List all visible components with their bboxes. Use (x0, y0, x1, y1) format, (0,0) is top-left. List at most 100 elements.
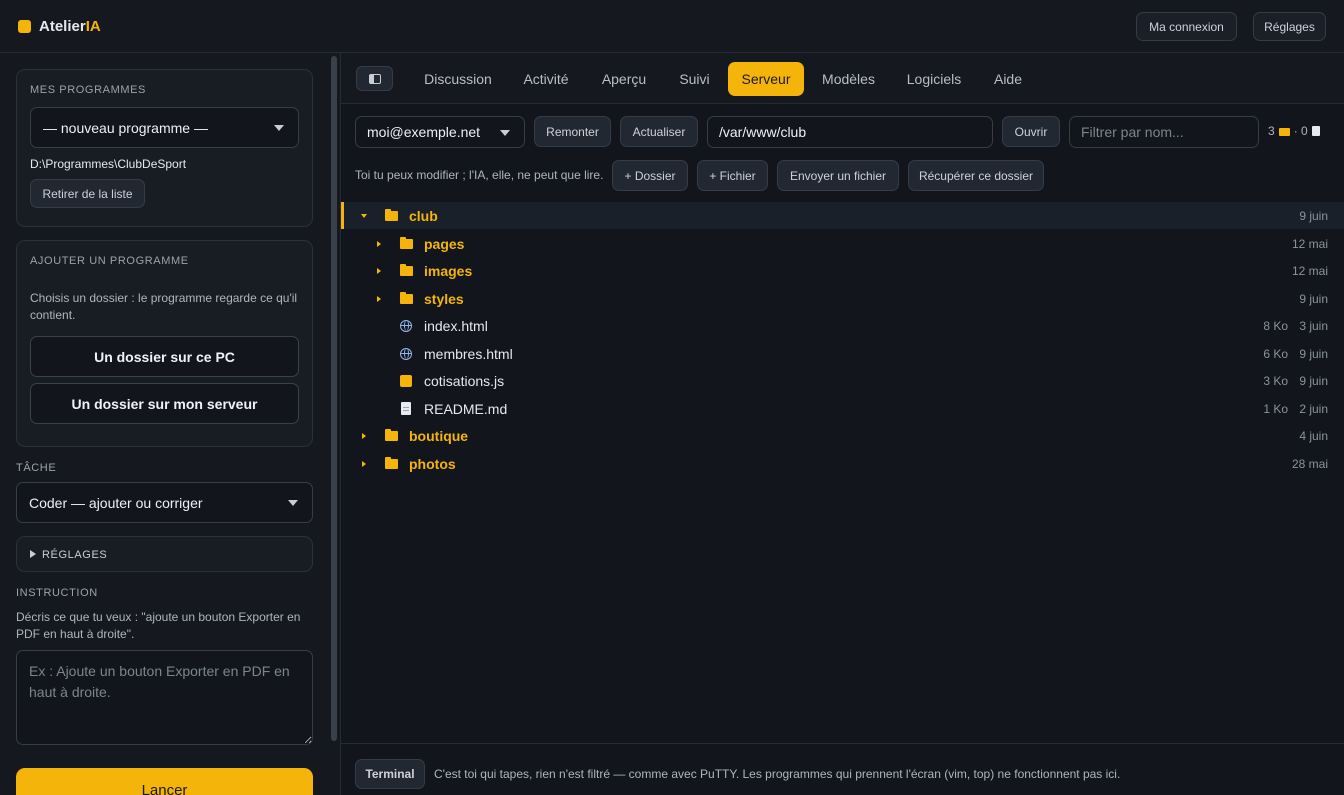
terminal-button[interactable]: Terminal (355, 759, 425, 789)
tree-item-name: boutique (409, 428, 469, 444)
server-folder-button[interactable]: Un dossier sur mon serveur (30, 383, 299, 424)
remove-from-list-button[interactable]: Retirer de la liste (30, 179, 145, 208)
file-count: · 0 (1293, 124, 1308, 138)
javascript-file-icon (400, 375, 412, 387)
folder-icon (385, 429, 398, 441)
sidebar-toggle-icon (369, 74, 381, 84)
folder-icon (1278, 128, 1290, 136)
tree-item-date: 12 mai (1291, 236, 1328, 251)
upload-file-button[interactable]: Envoyer un fichier (777, 160, 899, 191)
folder-icon (400, 264, 413, 276)
brand-square-icon (18, 20, 31, 33)
path-field[interactable]: /var/www/club (707, 116, 993, 148)
launch-button[interactable]: Lancer (16, 768, 313, 795)
program-path: D:\Programmes\ClubDeSport (30, 157, 187, 171)
tab-suivi[interactable]: Suivi (667, 62, 722, 96)
task-title: TÂCHE (16, 462, 57, 474)
new-folder-button[interactable]: + Dossier (612, 160, 688, 191)
chevron-down-icon (500, 130, 510, 136)
chevron-right-icon (30, 550, 36, 558)
chevron-down-icon (288, 500, 298, 506)
tree-row-membres-html[interactable]: membres.html 6 Ko 9 juin (341, 340, 1344, 367)
add-program-title: AJOUTER UN PROGRAMME (30, 255, 189, 267)
tab-logiciels[interactable]: Logiciels (897, 62, 971, 96)
tree-row-index-html[interactable]: index.html 8 Ko 3 juin (341, 312, 1344, 339)
chevron-down-icon (274, 125, 284, 131)
terminal-bar: Terminal C'est toi qui tapes, rien n'est… (341, 743, 1344, 795)
file-icon (1311, 126, 1320, 136)
globe-icon (400, 347, 412, 360)
brand-logo: AtelierIA (18, 18, 101, 35)
tab-activite[interactable]: Activité (511, 62, 581, 96)
tree-row-boutique[interactable]: boutique 4 juin (341, 422, 1344, 449)
tab-discussion[interactable]: Discussion (413, 62, 503, 96)
server-toolbar: moi@exemple.net Remonter Actualiser /var… (341, 104, 1344, 208)
program-select[interactable]: — nouveau programme — (30, 107, 299, 148)
tree-item-size: 8 Ko (1263, 319, 1288, 333)
add-program-card: AJOUTER UN PROGRAMME Choisis un dossier … (16, 240, 313, 447)
settings-disclosure[interactable]: RÉGLAGES (16, 536, 313, 572)
tree-row-styles[interactable]: styles 9 juin (341, 285, 1344, 312)
tree-item-name: photos (409, 455, 456, 472)
go-up-button[interactable]: Remonter (534, 116, 611, 147)
tree-row-pages[interactable]: pages 12 mai (341, 230, 1344, 257)
chevron-right-icon[interactable] (362, 433, 366, 439)
download-folder-button[interactable]: Récupérer ce dossier (908, 160, 1044, 191)
new-file-button[interactable]: + Fichier (697, 160, 768, 191)
tree-item-date: 9 juin (1299, 374, 1328, 388)
settings-button[interactable]: Réglages (1253, 12, 1326, 41)
item-counts: 3 · 0 (1268, 124, 1320, 138)
brand-name-accent: IA (85, 18, 101, 35)
instruction-input[interactable] (16, 650, 313, 745)
account-select-value: moi@exemple.net (367, 124, 481, 140)
top-bar: AtelierIA Ma connexion Réglages (0, 0, 1344, 53)
sidebar-scrollbar[interactable] (331, 56, 337, 741)
sidebar-toggle-button[interactable] (356, 66, 393, 91)
tree-item-name: styles (424, 290, 464, 307)
tab-modeles[interactable]: Modèles (813, 62, 884, 96)
tree-row-readme-md[interactable]: README.md 1 Ko 2 juin (341, 395, 1344, 422)
tab-aide[interactable]: Aide (983, 62, 1033, 96)
tree-item-date: 9 juin (1299, 209, 1328, 223)
folder-icon (385, 456, 398, 469)
tree-item-name: images (424, 263, 473, 279)
chevron-right-icon[interactable] (362, 460, 366, 467)
tab-serveur[interactable]: Serveur (728, 62, 804, 96)
filter-input[interactable] (1081, 124, 1258, 140)
folder-icon (400, 236, 413, 249)
open-button[interactable]: Ouvrir (1002, 116, 1060, 147)
folder-icon (400, 291, 413, 304)
tree-item-date: 28 mai (1291, 456, 1328, 471)
tree-item-name: index.html (424, 318, 488, 334)
tree-item-name: pages (424, 235, 465, 252)
refresh-button[interactable]: Actualiser (620, 116, 698, 147)
my-connection-button[interactable]: Ma connexion (1136, 12, 1237, 41)
tree-row-images[interactable]: images 12 mai (341, 257, 1344, 284)
account-select[interactable]: moi@exemple.net (355, 116, 525, 148)
tree-item-date: 9 juin (1299, 346, 1328, 361)
tree-item-name: membres.html (424, 345, 513, 362)
path-field-value: /var/www/club (719, 124, 807, 140)
sidebar: MES PROGRAMMES — nouveau programme — D:\… (0, 53, 341, 795)
my-programs-card: MES PROGRAMMES — nouveau programme — D:\… (16, 69, 313, 227)
chevron-down-icon[interactable] (361, 214, 367, 218)
tree-row-club[interactable]: club 9 juin (341, 202, 1344, 229)
chevron-right-icon[interactable] (377, 295, 381, 302)
tree-item-name: cotisations.js (424, 373, 505, 389)
chevron-right-icon[interactable] (377, 268, 381, 274)
tree-item-name: README.md (424, 400, 508, 417)
chevron-right-icon[interactable] (377, 240, 381, 247)
tab-apercu[interactable]: Aperçu (591, 62, 657, 96)
tree-row-photos[interactable]: photos 28 mai (341, 450, 1344, 477)
tree-row-cotisations-js[interactable]: cotisations.js 3 Ko 9 juin (341, 367, 1344, 394)
my-programs-title: MES PROGRAMMES (30, 84, 146, 96)
filter-field[interactable] (1069, 116, 1259, 148)
tree-item-date: 3 juin (1299, 319, 1328, 333)
task-select-value: Coder — ajouter ou corriger (29, 494, 203, 511)
task-select[interactable]: Coder — ajouter ou corriger (16, 482, 313, 523)
local-folder-button[interactable]: Un dossier sur ce PC (30, 336, 299, 377)
add-program-description: Choisis un dossier : le programme regard… (30, 291, 298, 322)
folder-count: 3 (1268, 124, 1275, 138)
globe-icon (400, 320, 412, 332)
tree-item-date: 12 mai (1291, 264, 1328, 278)
